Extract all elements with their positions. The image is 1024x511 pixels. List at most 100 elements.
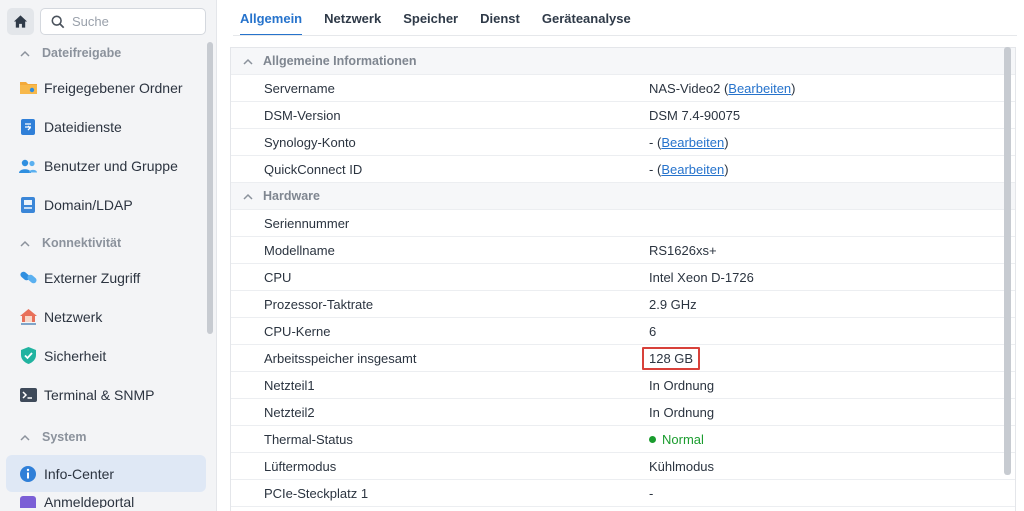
row-label: Seriennummer (264, 215, 350, 231)
row-value: - (649, 485, 654, 501)
home-icon (13, 15, 28, 28)
sidebar-item-label: Anmeldeportal (44, 494, 135, 508)
section-connectivity[interactable]: Konnektivität (0, 228, 208, 258)
row-value: Kühlmodus (649, 458, 715, 474)
section-general-header[interactable]: Allgemeine Informationen (231, 48, 1015, 75)
sidebar-item-info-center[interactable]: Info-Center (6, 455, 206, 492)
row-serial-number: Seriennummer (231, 210, 1015, 237)
section-hardware-header[interactable]: Hardware (231, 183, 1015, 210)
chevron-up-icon (243, 193, 253, 200)
sidebar-item-users-groups[interactable]: Benutzer und Gruppe (6, 146, 206, 185)
paren: ) (724, 161, 729, 177)
row-label: Prozessor-Taktrate (264, 296, 374, 312)
sidebar-item-external-access[interactable]: Externer Zugriff (6, 258, 206, 297)
main-content: Allgemein Netzwerk Speicher Dienst Gerät… (217, 0, 1024, 511)
sidebar-item-label: Dateidienste (44, 118, 122, 135)
row-value: In Ordnung (649, 377, 715, 393)
row-dsm-version: DSM-Version DSM 7.4-90075 (231, 102, 1015, 129)
users-icon (18, 156, 38, 176)
row-value: - (Bearbeiten) (649, 135, 1015, 150)
synology-value: - (649, 134, 654, 150)
sidebar-item-label: Terminal & SNMP (44, 386, 155, 403)
shield-icon (18, 346, 38, 366)
chevron-up-icon (243, 58, 253, 65)
info-panel: Allgemeine Informationen Servername NAS-… (230, 47, 1016, 511)
row-value: Intel Xeon D-1726 (649, 269, 754, 285)
content-scrollbar[interactable] (1004, 47, 1011, 475)
row-cpu-clock: Prozessor-Taktrate 2.9 GHz (231, 291, 1015, 318)
row-value: RS1626xs+ (649, 242, 717, 258)
sidebar-scrollbar[interactable] (207, 42, 213, 334)
sidebar-item-network[interactable]: Netzwerk (6, 297, 206, 336)
row-fan-mode: Lüftermodus Kühlmodus (231, 453, 1015, 480)
row-value: DSM 7.4-90075 (649, 107, 741, 123)
home-button[interactable] (7, 8, 34, 35)
sidebar-item-label: Info-Center (44, 465, 115, 482)
section-file-sharing[interactable]: Dateifreigabe (0, 38, 208, 68)
edit-quickconnect-link[interactable]: Bearbeiten (661, 162, 724, 177)
quickconnect-value: - (649, 161, 654, 177)
row-psu1: Netzteil1 In Ordnung (231, 372, 1015, 399)
sidebar-item-shared-folder[interactable]: Freigegebener Ordner (6, 68, 206, 107)
row-pcie-slot-1: PCIe-Steckplatz 1 - (231, 480, 1015, 507)
chevron-up-icon (20, 50, 30, 57)
section-system[interactable]: System (0, 422, 208, 452)
row-label: DSM-Version (264, 107, 341, 123)
file-services-icon (18, 117, 38, 137)
row-synology-account: Synology-Konto - (Bearbeiten) (231, 129, 1015, 156)
row-label: CPU (264, 269, 292, 285)
sidebar: Dateifreigabe Freigegebener Ordner Datei… (0, 0, 216, 511)
tab-service[interactable]: Dienst (480, 0, 520, 36)
search-icon (51, 15, 65, 28)
row-label: CPU-Kerne (264, 323, 331, 339)
tab-storage[interactable]: Speicher (403, 0, 458, 36)
row-value: 128 GB (642, 346, 1015, 370)
edit-servername-link[interactable]: Bearbeiten (728, 81, 791, 96)
row-label: QuickConnect ID (264, 161, 363, 177)
network-icon (18, 307, 38, 327)
external-access-icon (18, 268, 38, 288)
sidebar-item-terminal-snmp[interactable]: Terminal & SNMP (6, 375, 206, 414)
chevron-up-icon (20, 240, 30, 247)
row-value: In Ordnung (649, 404, 715, 420)
chevron-up-icon (20, 434, 30, 441)
sidebar-item-login-portal[interactable]: Anmeldeportal (6, 494, 206, 508)
login-portal-icon (18, 494, 38, 508)
row-cpu: CPU Intel Xeon D-1726 (231, 264, 1015, 291)
row-label: Thermal-Status (264, 431, 353, 447)
edit-synology-link[interactable]: Bearbeiten (661, 135, 724, 150)
terminal-icon (18, 385, 38, 405)
row-value: Normal (649, 432, 1015, 447)
sidebar-item-label: Sicherheit (44, 347, 107, 364)
sidebar-item-domain-ldap[interactable]: Domain/LDAP (6, 185, 206, 224)
row-thermal-status: Thermal-Status Normal (231, 426, 1015, 453)
servername-value: NAS-Video2 (649, 80, 721, 96)
row-quickconnect: QuickConnect ID - (Bearbeiten) (231, 156, 1015, 183)
sidebar-item-label: Netzwerk (44, 308, 103, 325)
row-servername: Servername NAS-Video2 (Bearbeiten) (231, 75, 1015, 102)
memory-highlight-box: 128 GB (642, 346, 701, 370)
search-box[interactable] (40, 8, 206, 35)
sidebar-nav: Dateifreigabe Freigegebener Ordner Datei… (0, 38, 208, 508)
sidebar-item-file-services[interactable]: Dateidienste (6, 107, 206, 146)
tab-general[interactable]: Allgemein (240, 0, 303, 36)
row-value: NAS-Video2 (Bearbeiten) (649, 81, 1015, 96)
sidebar-item-label: Freigegebener Ordner (44, 79, 183, 96)
tab-device-analysis[interactable]: Geräteanalyse (542, 0, 631, 36)
paren: ) (724, 134, 729, 150)
tab-network[interactable]: Netzwerk (324, 0, 381, 36)
domain-icon (18, 195, 38, 215)
row-cpu-cores: CPU-Kerne 6 (231, 318, 1015, 345)
section-label: System (42, 430, 87, 444)
tab-bar: Allgemein Netzwerk Speicher Dienst Gerät… (217, 0, 1017, 36)
sidebar-item-label: Domain/LDAP (44, 196, 133, 213)
row-label: PCIe-Steckplatz 1 (264, 485, 369, 501)
info-icon (18, 464, 38, 484)
section-label: Konnektivität (42, 236, 122, 250)
search-input[interactable] (72, 14, 192, 29)
row-label: Netzteil2 (264, 404, 315, 420)
status-dot-icon (649, 435, 656, 443)
row-psu2: Netzteil2 In Ordnung (231, 399, 1015, 426)
tab-divider (233, 35, 1017, 36)
sidebar-item-security[interactable]: Sicherheit (6, 336, 206, 375)
